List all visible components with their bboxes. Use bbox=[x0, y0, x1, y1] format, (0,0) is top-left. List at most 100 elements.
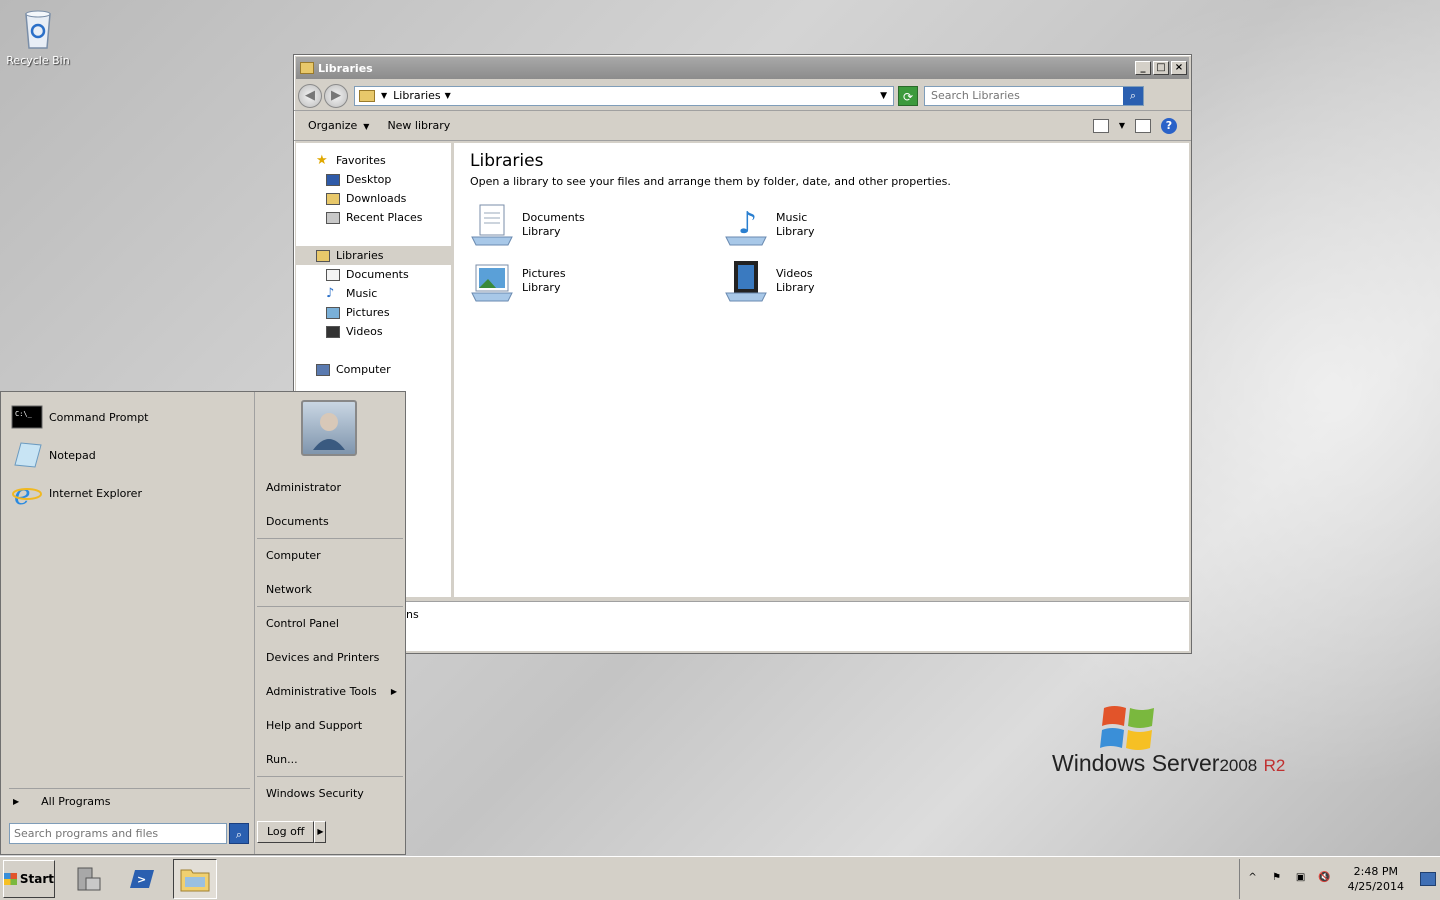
nav-music[interactable]: ♪ Music bbox=[296, 284, 451, 303]
start-search-input[interactable] bbox=[9, 823, 227, 844]
show-desktop-button[interactable] bbox=[1420, 871, 1436, 886]
link-computer[interactable]: Computer bbox=[257, 538, 403, 572]
all-programs-button[interactable]: ▶ All Programs bbox=[9, 788, 250, 814]
link-label: Administrative Tools bbox=[266, 684, 377, 698]
command-bar: Organize ▼ New library ▼ ? bbox=[294, 111, 1191, 141]
start-menu[interactable]: C:\_ Command Prompt Notepad e Internet E… bbox=[0, 391, 406, 855]
view-options-dropdown[interactable]: ▼ bbox=[1119, 121, 1125, 130]
start-menu-links-pane: Administrator Documents Computer Network… bbox=[255, 392, 405, 854]
organize-button[interactable]: Organize ▼ bbox=[308, 119, 369, 132]
user-avatar[interactable] bbox=[301, 400, 357, 456]
nav-favorites[interactable]: ★ Favorites bbox=[296, 151, 451, 170]
action-center-flag-icon[interactable]: ⚑ bbox=[1270, 872, 1284, 886]
library-pictures[interactable]: Pictures Library bbox=[470, 258, 724, 304]
documents-icon bbox=[326, 268, 340, 281]
title-bar[interactable]: Libraries _ □ × bbox=[296, 57, 1189, 79]
link-windows-security[interactable]: Windows Security bbox=[257, 776, 403, 810]
link-help-and-support[interactable]: Help and Support bbox=[255, 708, 405, 742]
svg-text:e: e bbox=[14, 479, 31, 507]
nav-libraries[interactable]: Libraries bbox=[296, 246, 451, 265]
new-library-button[interactable]: New library bbox=[387, 119, 450, 132]
forward-button[interactable]: ▶ bbox=[324, 83, 348, 108]
system-clock[interactable]: 2:48 PM 4/25/2014 bbox=[1342, 864, 1410, 894]
svg-text:C:\_: C:\_ bbox=[15, 410, 33, 418]
taskbar-powershell[interactable]: > bbox=[119, 859, 163, 899]
program-internet-explorer[interactable]: e Internet Explorer bbox=[1, 474, 254, 512]
library-type: Library bbox=[776, 225, 815, 238]
close-button[interactable]: × bbox=[1171, 61, 1187, 75]
help-icon[interactable]: ? bbox=[1161, 117, 1177, 134]
svg-text:♪: ♪ bbox=[738, 206, 757, 241]
nav-computer[interactable]: Computer bbox=[296, 360, 451, 379]
documents-library-icon bbox=[470, 203, 514, 247]
breadcrumb-arrow-icon[interactable]: ▼ bbox=[445, 91, 451, 100]
nav-documents-label: Documents bbox=[346, 268, 409, 281]
nav-videos-label: Videos bbox=[346, 325, 383, 338]
link-control-panel[interactable]: Control Panel bbox=[257, 606, 403, 640]
library-documents[interactable]: Documents Library bbox=[470, 202, 724, 248]
libraries-folder-icon bbox=[359, 89, 375, 102]
folder-icon bbox=[180, 869, 210, 891]
recycle-bin-shortcut[interactable]: Recycle Bin bbox=[6, 6, 70, 67]
search-icon[interactable]: ⌕ bbox=[1123, 86, 1143, 105]
library-videos[interactable]: Videos Library bbox=[724, 258, 978, 304]
library-type: Library bbox=[522, 281, 561, 294]
log-off-group: Log off ▶ bbox=[257, 821, 327, 843]
nav-pictures[interactable]: Pictures bbox=[296, 303, 451, 322]
search-icon[interactable]: ⌕ bbox=[229, 823, 249, 844]
svg-text:>: > bbox=[137, 873, 146, 886]
nav-desktop[interactable]: Desktop bbox=[296, 170, 451, 189]
brand-product: Windows Server bbox=[1052, 750, 1220, 776]
videos-icon bbox=[326, 325, 340, 338]
windows-logo-icon bbox=[1100, 702, 1156, 752]
start-search-box[interactable]: ⌕ bbox=[9, 823, 249, 845]
page-description: Open a library to see your files and arr… bbox=[470, 175, 951, 188]
maximize-button[interactable]: □ bbox=[1153, 61, 1169, 75]
search-input[interactable] bbox=[931, 89, 1123, 102]
minimize-button[interactable]: _ bbox=[1135, 61, 1151, 75]
volume-muted-icon[interactable]: 🔇 bbox=[1318, 872, 1332, 886]
windows-server-branding: Windows Server2008 R2 bbox=[1052, 700, 1302, 780]
refresh-button[interactable]: ⟳ bbox=[898, 85, 918, 106]
server-manager-icon bbox=[77, 867, 101, 890]
nav-computer-label: Computer bbox=[336, 363, 391, 376]
show-hidden-icons-arrow[interactable]: ^ bbox=[1246, 872, 1260, 886]
library-music[interactable]: ♪ Music Library bbox=[724, 202, 978, 248]
back-button[interactable]: ◀ bbox=[298, 83, 322, 108]
link-run[interactable]: Run... bbox=[255, 742, 405, 776]
nav-favorites-label: Favorites bbox=[336, 154, 386, 167]
videos-library-icon bbox=[724, 259, 768, 303]
recycle-bin-icon bbox=[20, 6, 56, 50]
link-documents[interactable]: Documents bbox=[255, 504, 405, 538]
program-notepad[interactable]: Notepad bbox=[1, 436, 254, 474]
shutdown-options-arrow[interactable]: ▶ bbox=[314, 821, 327, 843]
address-history-dropdown[interactable]: ▼ bbox=[880, 91, 887, 101]
link-network[interactable]: Network bbox=[255, 572, 405, 606]
explorer-window[interactable]: Libraries _ □ × ◀ ▶ ▼ Libraries ▼ ▼ ⟳ ⌕ … bbox=[293, 54, 1192, 654]
library-grid: Documents Library ♪ Music Library Pictures… bbox=[470, 202, 1173, 304]
taskbar-server-manager[interactable] bbox=[65, 859, 109, 899]
nav-videos[interactable]: Videos bbox=[296, 322, 451, 341]
nav-desktop-label: Desktop bbox=[346, 173, 392, 186]
taskbar-windows-explorer[interactable] bbox=[173, 858, 217, 899]
breadcrumb-arrow-icon[interactable]: ▼ bbox=[381, 91, 387, 100]
link-devices-and-printers[interactable]: Devices and Printers bbox=[255, 640, 405, 674]
link-administrative-tools[interactable]: Administrative Tools ▶ bbox=[255, 674, 405, 708]
link-administrator[interactable]: Administrator bbox=[255, 470, 405, 504]
search-box[interactable]: ⌕ bbox=[924, 85, 1144, 106]
log-off-button[interactable]: Log off bbox=[257, 821, 315, 843]
content-pane[interactable]: Libraries Open a library to see your fil… bbox=[454, 143, 1189, 597]
nav-downloads[interactable]: Downloads bbox=[296, 189, 451, 208]
brand-edition: R2 bbox=[1263, 756, 1286, 775]
breadcrumb-libraries[interactable]: Libraries bbox=[393, 89, 441, 102]
network-icon[interactable]: ▣ bbox=[1294, 872, 1308, 886]
address-bar[interactable]: ▼ Libraries ▼ ▼ bbox=[354, 85, 894, 106]
preview-pane-icon[interactable] bbox=[1135, 118, 1151, 133]
nav-recent-places[interactable]: Recent Places bbox=[296, 208, 451, 227]
program-command-prompt[interactable]: C:\_ Command Prompt bbox=[1, 398, 254, 436]
change-view-icon[interactable] bbox=[1092, 118, 1109, 133]
command-prompt-icon: C:\_ bbox=[11, 403, 43, 431]
triangle-right-icon: ▶ bbox=[13, 797, 20, 806]
start-button[interactable]: Start bbox=[3, 859, 55, 898]
nav-documents[interactable]: Documents bbox=[296, 265, 451, 284]
